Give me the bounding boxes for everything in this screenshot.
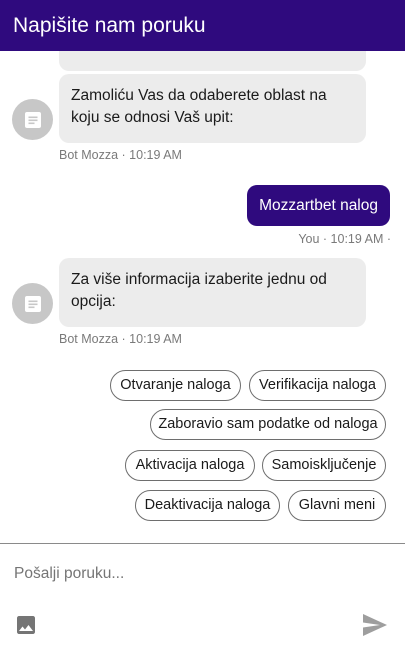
option-samoiskljucenje[interactable]: Samoisključenje: [262, 450, 386, 481]
message-input[interactable]: [14, 557, 384, 591]
option-zaboravio-podatke[interactable]: Zaboravio sam podatke od naloga: [150, 409, 386, 440]
user-message-text: Mozzartbet nalog: [259, 197, 378, 214]
attach-image-button[interactable]: [14, 613, 38, 637]
bot-avatar: [12, 99, 53, 140]
bot-message: Za više informacija izaberite jednu od o…: [59, 258, 366, 327]
message-meta: You · 10:19 AM ·: [298, 232, 391, 246]
option-otvaranje-naloga[interactable]: Otvaranje naloga: [110, 370, 241, 401]
send-button[interactable]: [361, 612, 389, 638]
previous-bot-message: [59, 51, 366, 71]
message-meta: Bot Mozza · 10:19 AM: [59, 148, 182, 162]
option-deaktivacija-naloga[interactable]: Deaktivacija naloga: [135, 490, 280, 521]
bot-message-text: Za više informacija izaberite jednu od o…: [71, 271, 327, 310]
image-icon: [17, 616, 35, 634]
bot-message-text: Zamoliću Vas da odaberete oblast na koju…: [71, 87, 327, 126]
message-icon: [24, 111, 41, 128]
message-icon: [24, 295, 41, 312]
send-icon: [363, 614, 387, 636]
message-list[interactable]: Zamoliću Vas da odaberete oblast na koju…: [0, 51, 405, 543]
option-verifikacija-naloga[interactable]: Verifikacija naloga: [249, 370, 386, 401]
option-glavni-meni[interactable]: Glavni meni: [288, 490, 386, 521]
composer-divider: [0, 543, 405, 544]
chat-header: Napišite nam poruku: [0, 0, 405, 51]
option-aktivacija-naloga[interactable]: Aktivacija naloga: [125, 450, 255, 481]
message-meta: Bot Mozza · 10:19 AM: [59, 332, 182, 346]
user-message: Mozzartbet nalog: [247, 185, 390, 226]
bot-message: Zamoliću Vas da odaberete oblast na koju…: [59, 74, 366, 143]
chat-title: Napišite nam poruku: [13, 14, 206, 37]
bot-avatar: [12, 283, 53, 324]
